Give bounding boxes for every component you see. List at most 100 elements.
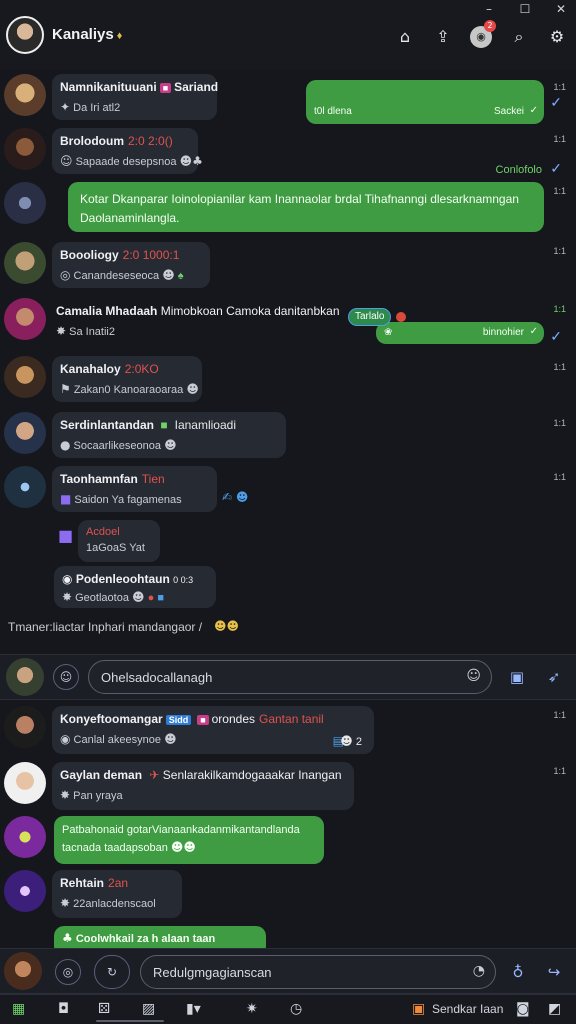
sticker-tab-icon[interactable]: ⚄ [98, 1001, 110, 1017]
message-bubble: Brolodoum 2:0 2:0() ☺ Sapaade desepsnoa ☻… [52, 128, 203, 174]
spark-icon[interactable]: ✷ [246, 1001, 258, 1017]
media-icon[interactable]: ▮▾ [186, 1001, 201, 1017]
send-icon[interactable]: ➶ [544, 667, 564, 687]
reply-chip-text: Tarlalo [355, 311, 385, 322]
list-item[interactable]: Boooliogy 2:0 1000:1 ◎ Canandeseseoca ☻ ♠ … [0, 242, 576, 292]
timestamp: 1:1 [553, 710, 566, 720]
timestamp: 1:1 [553, 246, 566, 256]
search-icon[interactable]: ⌕ [508, 26, 530, 48]
message-preview: ● Socaarlikeseonoa ☻ [60, 438, 278, 452]
send-icon[interactable]: ↪ [544, 962, 564, 982]
message-preview-text: Saidon Ya fagamenas [74, 494, 182, 506]
list-item[interactable]: Rehtain 2an ✸ 22anlacdenscaol [0, 868, 576, 922]
list-item[interactable]: Camalia Mhadaah Mimobkoan Camoka danitan… [0, 298, 576, 352]
message-preview: ✸ 22anlacdenscaol [60, 896, 174, 910]
message-input[interactable]: Redulgmgagianscan ◔ [140, 955, 496, 989]
list-item[interactable]: Kotar Dkanparar Ioinolopianilar kam Inan… [0, 182, 576, 238]
message-header: Camalia Mhadaah Mimobkoan Camoka danitan… [56, 304, 340, 338]
avatar[interactable] [4, 952, 42, 990]
avatar [4, 182, 46, 224]
emoji-icon: ✍ ☻ [222, 490, 249, 504]
composer-top: ☺ Ohelsadocallanagh ☺ ▣ ➶ [0, 654, 576, 700]
dot-icon: ● [147, 592, 155, 604]
tag-icon: ■ [197, 715, 209, 725]
sender-tag: Sariand [174, 80, 219, 94]
maximize-icon[interactable]: ☐ [518, 2, 532, 16]
message-preview-text: Sapaade desepsnoa [75, 156, 177, 168]
close-icon[interactable]: ✕ [554, 2, 568, 16]
list-item[interactable]: Brolodoum 2:0 2:0() ☺ Sapaade desepsnoa ☻… [0, 128, 576, 178]
incoming-green-bubble: Patbahonaid gotarVianaankadanmikantandla… [54, 816, 324, 864]
message-bubble: Kanahaloy 2:0KO ⚑ Zakan0 Kanoaraoaraa ☻ [52, 356, 202, 402]
sticker-icon: ■ [60, 492, 72, 506]
message-input-placeholder: Redulgmgagianscan [153, 965, 272, 980]
bottom-bar-label[interactable]: Sendkar Iaan [432, 1002, 503, 1016]
list-item[interactable]: Kanahaloy 2:0KO ⚑ Zakan0 Kanoaraoaraa ☻ 1… [0, 356, 576, 406]
menu-icon[interactable]: ◩ [548, 1001, 561, 1017]
avatar [4, 762, 46, 804]
list-item[interactable]: Patbahonaid gotarVianaankadanmikantandla… [0, 814, 576, 868]
timestamp: 1:1 [553, 304, 566, 314]
message-preview: ✦ Da Iri atl2 [60, 100, 209, 114]
sender-name-text: Boooliogy [60, 248, 119, 262]
sender-name: Serdinlantandan ■ Ianamlioadi [60, 418, 278, 432]
outgoing-right-text: Sackei [493, 106, 524, 117]
sender-tag: Sidd [165, 715, 192, 725]
list-item[interactable]: Konyeftoomangar Sidd ■ orondes Gantan tanil … [0, 702, 576, 756]
sender-name-text: Taonhamnfan [60, 472, 138, 486]
toolbar: ⌂ ⇪ ◉ 2 ⌕ ⚙ [394, 20, 568, 48]
list-item[interactable]: ◉ Podenleoohtaun 0 0:3 ✸ Geotlaotoa ☻ ● … [0, 566, 576, 612]
timer-icon[interactable]: ◔ [473, 963, 485, 979]
app-avatar[interactable] [6, 16, 44, 54]
emoji-icon: ☻ [132, 590, 145, 604]
mic-icon[interactable]: ♁ [508, 962, 528, 982]
scrollbar-hint[interactable] [96, 1020, 164, 1022]
sender-name-text: Serdinlantandan [60, 418, 155, 432]
list-item[interactable]: Gaylan deman ✈ Senlarakilkamdogaaakar In… [0, 758, 576, 812]
clock-icon[interactable]: ◷ [290, 1001, 302, 1017]
message-bubble: Gaylan deman ✈ Senlarakilkamdogaaakar In… [52, 762, 354, 810]
sticker-icon: ✦ [60, 100, 71, 114]
list-item[interactable]: Namnikanituuani ■ Sariand ✦ Da Iri atl2 t0… [0, 74, 576, 124]
avatar-icon[interactable]: ◉ 2 [470, 20, 496, 48]
sticker-icon[interactable]: ☺ [466, 668, 481, 684]
incoming-green-bubble: ♣ Coolwhkail za h alaan taan [54, 926, 266, 948]
share-icon[interactable]: ⇪ [432, 26, 454, 48]
emoji-icon: ☻ [186, 382, 199, 396]
gift-icon[interactable]: ▣ [412, 1001, 425, 1017]
sender-tag-2: orondes [211, 712, 255, 726]
message-bubble: ◉ Podenleoohtaun 0 0:3 ✸ Geotlaotoa ☻ ● … [54, 566, 216, 608]
sticker-icon: ⚑ [60, 382, 71, 396]
list-item[interactable]: ■ Acdoel 1aGoaS Yat [0, 520, 576, 566]
gif-icon[interactable]: ↻ [94, 955, 130, 989]
sender-name-text: Konyeftoomangar [60, 712, 163, 726]
emoji-icon: ❀ [384, 327, 393, 338]
avatar [4, 128, 46, 170]
sender-tag: 2:0 2:0() [128, 134, 173, 148]
settings-icon[interactable]: ⚙ [546, 26, 568, 48]
message-input[interactable]: Ohelsadocallanagh ☺ [88, 660, 492, 694]
emoji-picker-icon[interactable]: ☺ [53, 664, 79, 690]
reply-chip[interactable]: Tarlalo [348, 308, 392, 326]
gallery-icon[interactable]: ▨ [142, 1001, 155, 1017]
sender-tag: Tien [141, 472, 165, 486]
emoji-picker-icon[interactable]: ◎ [55, 959, 81, 985]
minimize-icon[interactable]: – [482, 2, 496, 16]
avatar [4, 870, 46, 912]
camera-icon[interactable]: ⌂ [394, 26, 416, 48]
sender-tag: Mimobkoan Camoka danitanbkan [160, 304, 340, 318]
message-preview: ✸ Pan yraya [60, 788, 346, 802]
game-icon[interactable]: ◙ [516, 1001, 530, 1017]
record-icon[interactable]: ◘ [58, 1001, 69, 1017]
attach-icon[interactable]: ▣ [507, 667, 527, 687]
list-item[interactable]: ♣ Coolwhkail za h alaan taan [0, 926, 576, 948]
timestamp: 1:1 [553, 418, 566, 428]
list-item[interactable]: Taonhamnfan Tien ■ Saidon Ya fagamenas ✍ … [0, 466, 576, 516]
avatar[interactable] [6, 658, 44, 696]
avatar [4, 74, 46, 116]
message-preview: ◉ Canlal akeesynoe ☻ [60, 732, 366, 746]
message-preview-text: Geotlaotoa [75, 592, 129, 604]
list-item[interactable]: Serdinlantandan ■ Ianamlioadi ● Socaarlik… [0, 412, 576, 462]
home-icon[interactable]: ▦ [12, 1001, 25, 1017]
sender-name: Rehtain 2an [60, 876, 174, 890]
